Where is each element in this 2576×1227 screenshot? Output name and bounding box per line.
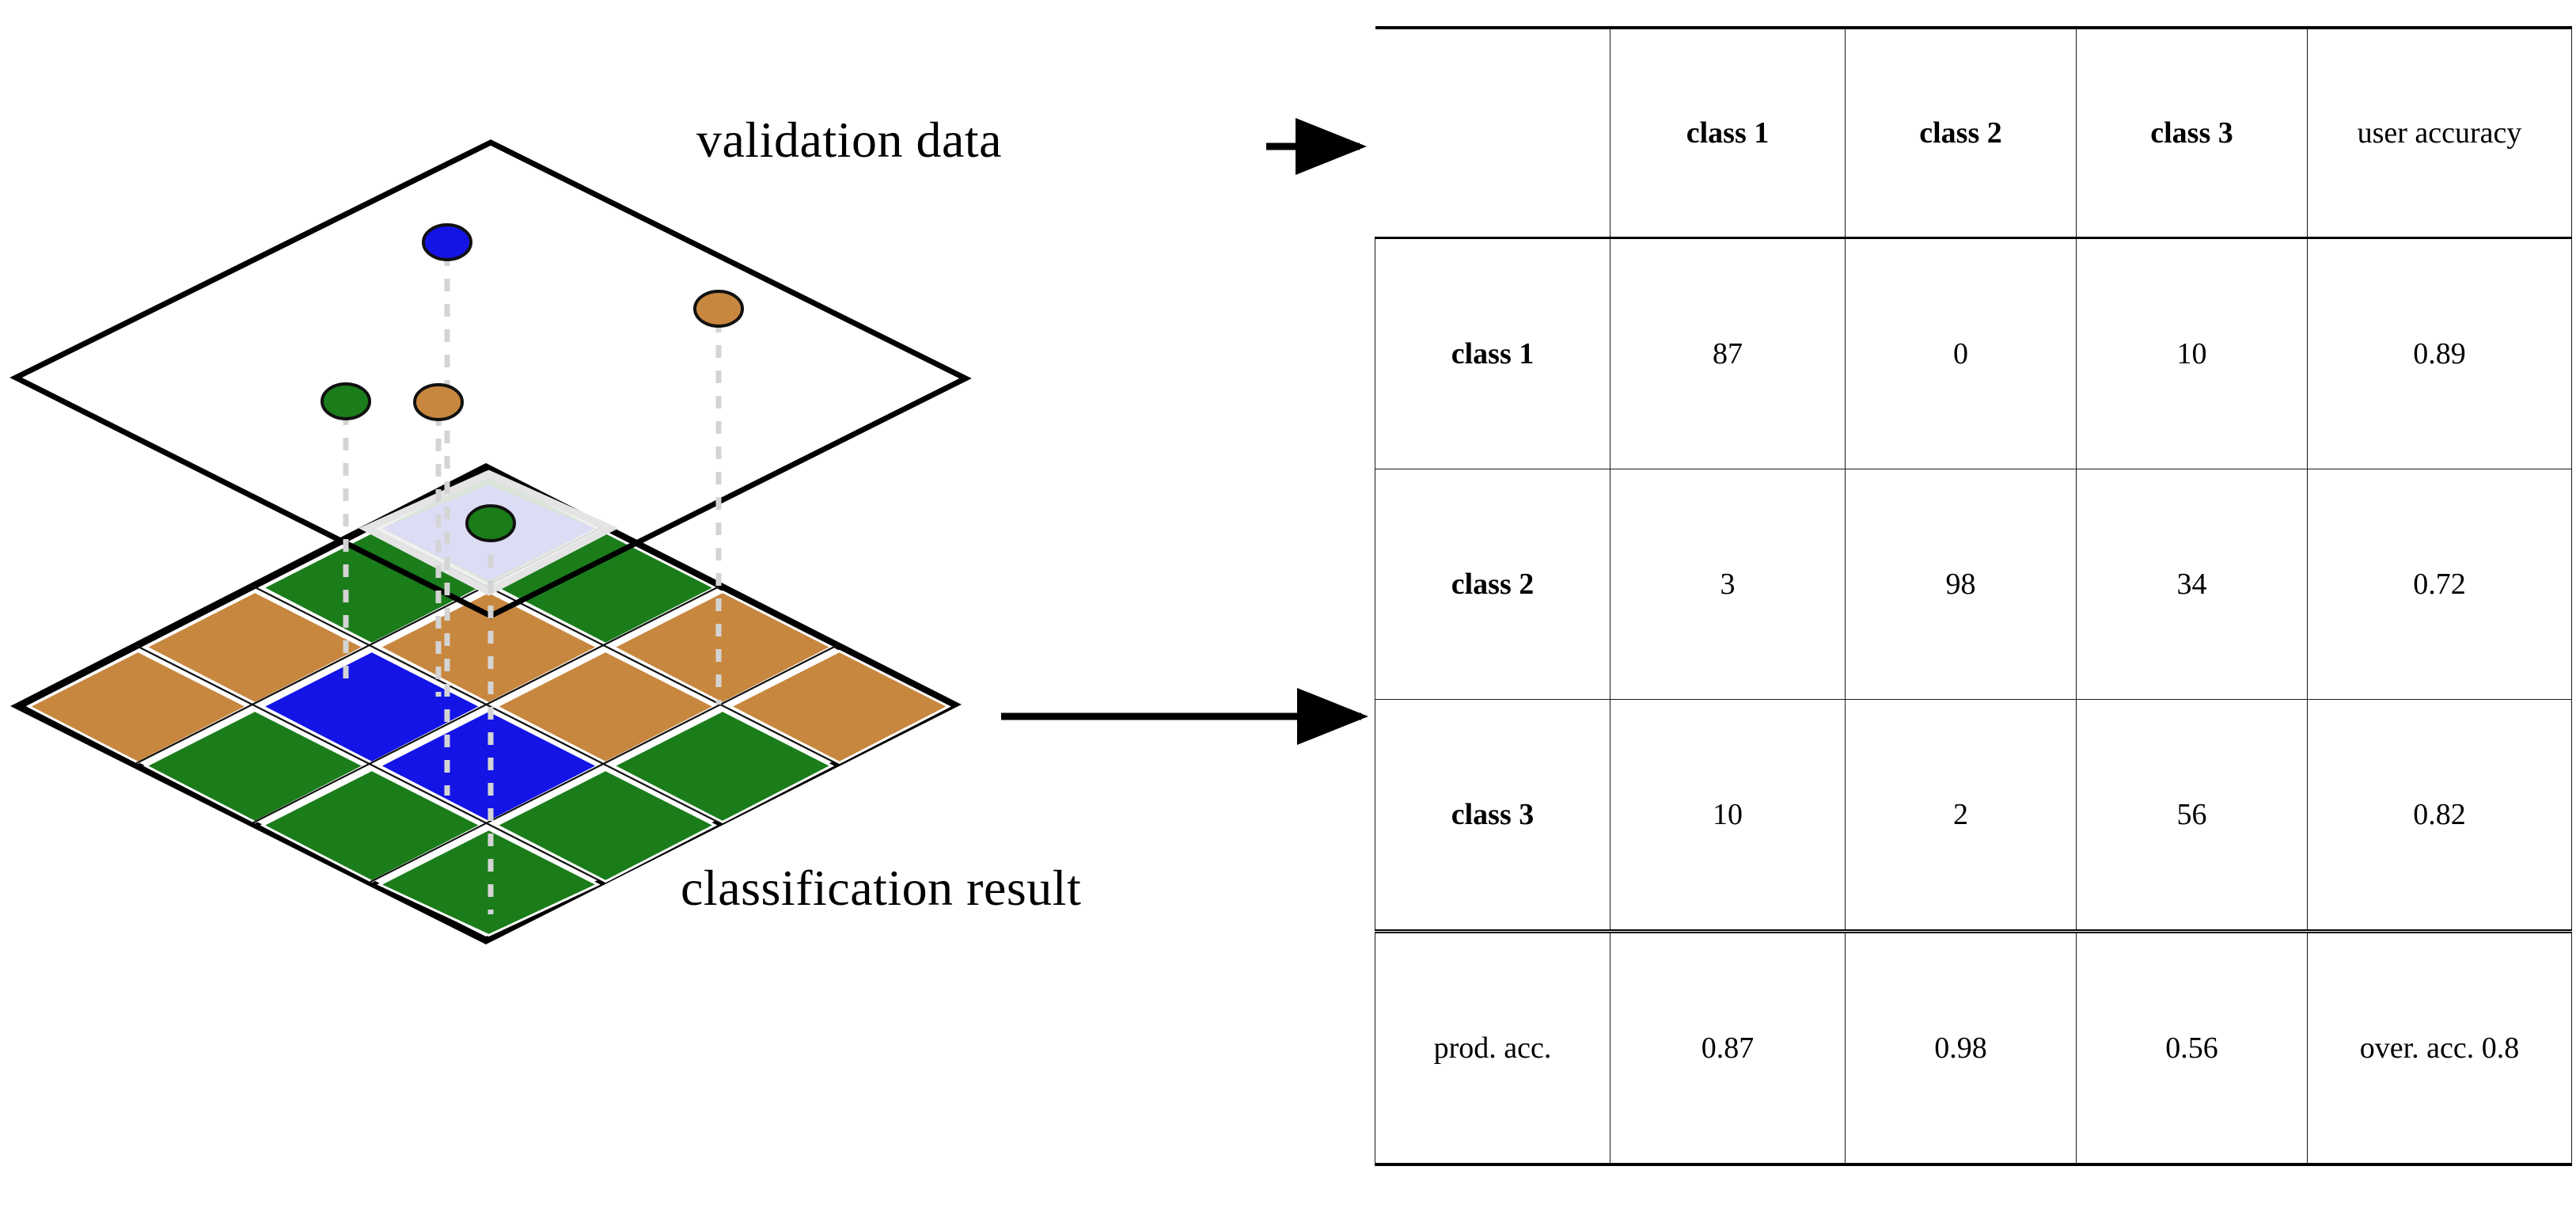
cell-c1-c3: 10 (2076, 237, 2308, 469)
cell-c2-useracc: 0.72 (2307, 469, 2572, 700)
cell-c1-useracc: 0.89 (2307, 237, 2572, 469)
table-summary-row: prod. acc. 0.87 0.98 0.56 over. acc. 0.8 (1375, 929, 2572, 1166)
cell-c1-c2: 0 (1845, 237, 2077, 469)
cell-overall-accuracy: over. acc. 0.8 (2307, 929, 2572, 1166)
point-green-left (321, 382, 371, 420)
cell-prodacc-c3: 0.56 (2076, 929, 2308, 1166)
cell-prodacc-c1: 0.87 (1610, 929, 1846, 1166)
column-header-class-1: class 1 (1610, 26, 1846, 238)
label-validation-data: validation data (696, 112, 1003, 168)
cell-c3-useracc: 0.82 (2307, 699, 2572, 932)
table-corner-cell (1375, 26, 1610, 238)
isometric-illustration: validation data classification result (0, 0, 1393, 1223)
cell-c2-c3: 34 (2076, 469, 2308, 700)
column-header-class-2: class 2 (1845, 26, 2077, 238)
column-header-class-3: class 3 (2076, 26, 2308, 238)
cell-c3-c2: 2 (1845, 699, 2077, 932)
table-row: class 1 87 0 10 0.89 (1375, 237, 2572, 469)
illustration-svg (9, 118, 1368, 945)
row-header-class-3: class 3 (1375, 699, 1610, 932)
table-row: class 2 3 98 34 0.72 (1375, 469, 2572, 700)
point-brown-right (693, 290, 744, 328)
cell-c3-c1: 10 (1610, 699, 1846, 932)
row-header-prod-acc: prod. acc. (1375, 929, 1610, 1166)
point-blue (422, 223, 472, 261)
row-header-class-2: class 2 (1375, 469, 1610, 700)
cell-prodacc-c2: 0.98 (1845, 929, 2077, 1166)
table-header-row: class 1 class 2 class 3 user accuracy (1375, 26, 2572, 238)
table-row: class 3 10 2 56 0.82 (1375, 699, 2572, 932)
cell-c1-c1: 87 (1610, 237, 1846, 469)
confusion-matrix-table: class 1 class 2 class 3 user accuracy cl… (1375, 26, 2572, 1166)
point-brown-mid (413, 383, 464, 421)
row-header-class-1: class 1 (1375, 237, 1610, 469)
label-classification-result: classification result (681, 860, 1082, 916)
cell-c2-c2: 98 (1845, 469, 2077, 700)
column-header-user-accuracy: user accuracy (2307, 26, 2572, 238)
cell-c3-c3: 56 (2076, 699, 2308, 932)
point-green-highlighted-cell (465, 504, 516, 542)
cell-c2-c1: 3 (1610, 469, 1846, 700)
